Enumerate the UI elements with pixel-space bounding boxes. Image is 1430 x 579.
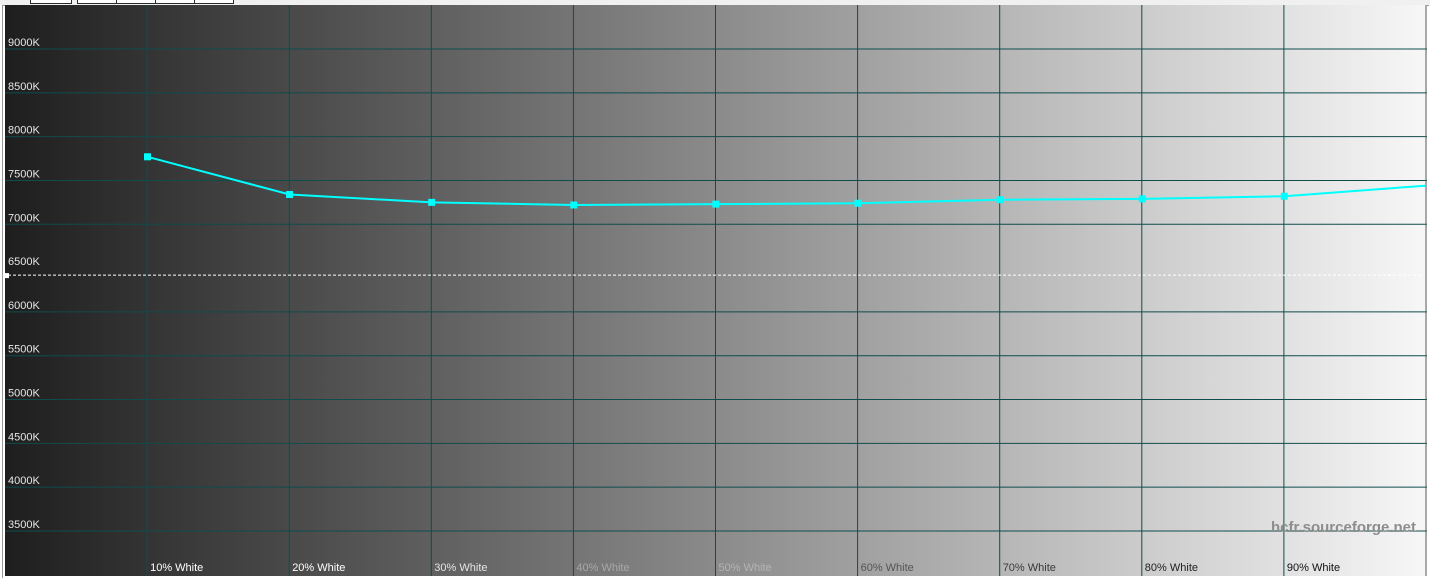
- y-tick-label: 7500K: [8, 168, 40, 180]
- data-point: [144, 153, 151, 161]
- y-tick-label: 9000K: [8, 37, 40, 49]
- data-point: [570, 201, 578, 209]
- data-point: [712, 200, 720, 208]
- data-point: [1280, 192, 1288, 200]
- watermark: hcfr.sourceforge.net: [1271, 519, 1416, 536]
- toolbar-tab[interactable]: [30, 0, 72, 4]
- toolbar-tab[interactable]: [155, 0, 195, 4]
- data-point: [854, 199, 862, 207]
- x-tick-label: 10% White: [150, 562, 203, 574]
- x-tick-label: 60% White: [861, 562, 914, 574]
- y-tick-label: 6000K: [8, 300, 40, 312]
- y-tick-label: 8000K: [8, 125, 40, 137]
- y-tick-label: 4500K: [8, 431, 40, 443]
- x-tick-label: 40% White: [576, 562, 629, 574]
- x-tick-label: 80% White: [1145, 562, 1198, 574]
- y-tick-label: 5000K: [8, 388, 40, 400]
- data-point: [1138, 195, 1146, 203]
- reference-marker: [5, 273, 9, 279]
- y-tick-label: 7000K: [8, 212, 40, 224]
- x-tick-label: 20% White: [292, 562, 345, 574]
- y-tick-label: 3500K: [8, 519, 40, 531]
- x-tick-label: 90% White: [1287, 562, 1340, 574]
- y-tick-label: 4000K: [8, 475, 40, 487]
- data-point: [428, 198, 436, 206]
- data-point: [996, 196, 1004, 204]
- x-tick-label: 30% White: [434, 562, 487, 574]
- toolbar-tab[interactable]: [77, 0, 117, 4]
- color-temperature-chart: 3500K 4000K 4500K 5000K 5500K 6000K 6500K 7000K…: [5, 5, 1427, 576]
- x-axis-ticks: 10% White 20% White 30% White 40% White 50% …: [150, 562, 1340, 574]
- y-tick-label: 6500K: [8, 256, 40, 268]
- data-point: [286, 190, 294, 198]
- x-tick-label: 70% White: [1003, 562, 1056, 574]
- x-tick-label: 50% White: [719, 562, 772, 574]
- y-tick-label: 8500K: [8, 81, 40, 93]
- toolbar-tab[interactable]: [116, 0, 156, 4]
- toolbar-tab[interactable]: [194, 0, 234, 4]
- y-tick-label: 5500K: [8, 344, 40, 356]
